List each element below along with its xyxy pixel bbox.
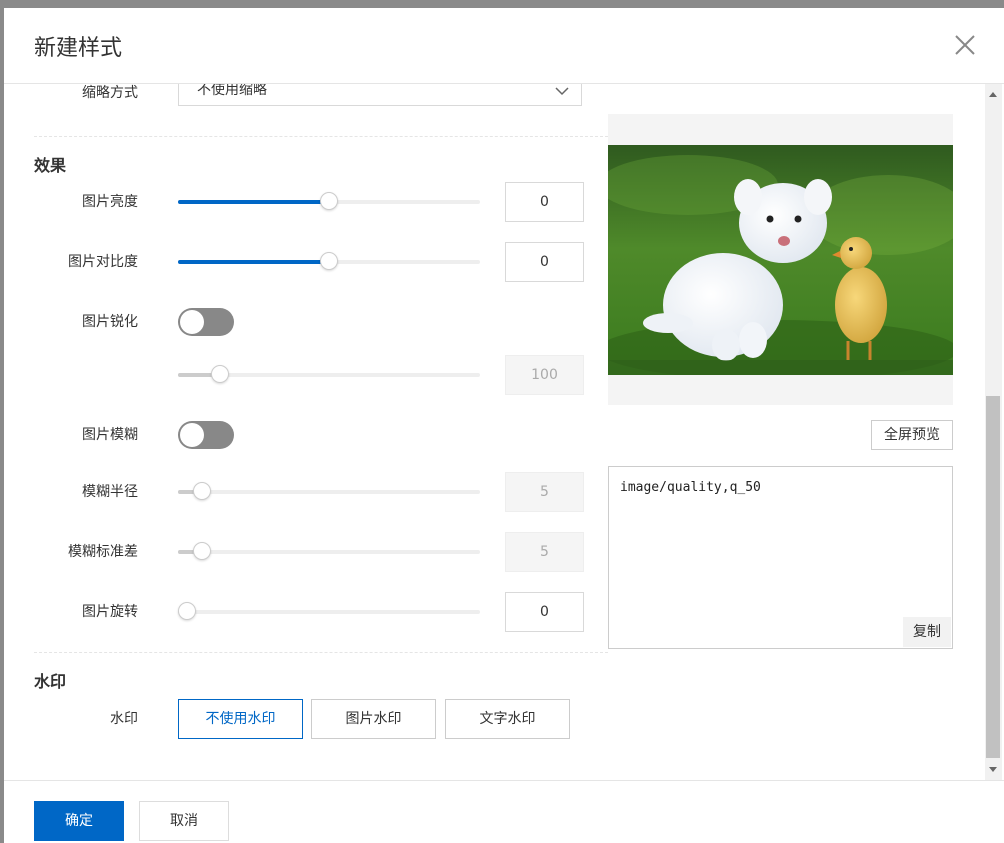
- slider-thumb[interactable]: [211, 365, 230, 383]
- dialog-header: 新建样式: [4, 8, 1004, 84]
- ok-button[interactable]: 确定: [34, 801, 124, 841]
- slider-track: [178, 550, 480, 554]
- blur-label: 图片模糊: [82, 427, 138, 443]
- blur-radius-label: 模糊半径: [82, 484, 138, 500]
- blur-sigma-input[interactable]: 5: [505, 532, 584, 572]
- brightness-slider[interactable]: [178, 192, 480, 212]
- brightness-label: 图片亮度: [82, 194, 138, 210]
- scale-label: 缩略方式: [82, 85, 138, 101]
- sharpen-toggle[interactable]: [178, 308, 234, 336]
- scroll-down-icon[interactable]: [989, 767, 997, 772]
- dialog-title: 新建样式: [34, 36, 123, 61]
- preview-panel: [608, 114, 953, 405]
- scale-select[interactable]: 不使用缩略: [178, 84, 582, 106]
- effects-section-title: 效果: [34, 156, 67, 175]
- rotate-label: 图片旋转: [82, 604, 138, 620]
- slider-fill: [178, 260, 329, 264]
- scale-select-value: 不使用缩略: [197, 84, 267, 98]
- fullscreen-preview-button[interactable]: 全屏预览: [871, 420, 953, 450]
- slider-thumb[interactable]: [320, 192, 338, 210]
- slider-thumb[interactable]: [193, 482, 212, 500]
- scroll-up-icon[interactable]: [989, 92, 997, 97]
- blur-sigma-label: 模糊标准差: [68, 544, 138, 560]
- blur-radius-slider[interactable]: [178, 482, 480, 502]
- contrast-slider[interactable]: [178, 252, 480, 272]
- watermark-label: 水印: [110, 711, 138, 727]
- blur-sigma-slider[interactable]: [178, 542, 480, 562]
- toggle-knob: [180, 423, 204, 447]
- contrast-input[interactable]: 0: [505, 242, 584, 282]
- rotate-slider[interactable]: [178, 602, 480, 622]
- style-code-box[interactable]: image/quality,q_50 复制: [608, 466, 953, 649]
- dialog-body: 缩略方式 不使用缩略 效果 图片亮度 0 图片对比度 0 图片锐化 100 图片…: [4, 84, 984, 780]
- chevron-down-icon: [555, 84, 569, 100]
- blur-toggle[interactable]: [178, 421, 234, 449]
- vertical-scrollbar[interactable]: [985, 84, 1002, 780]
- slider-thumb[interactable]: [178, 602, 196, 620]
- sharpen-label: 图片锐化: [82, 314, 138, 330]
- divider: [34, 652, 608, 653]
- watermark-option-text[interactable]: 文字水印: [445, 699, 570, 739]
- slider-track: [178, 490, 480, 494]
- blur-radius-input[interactable]: 5: [505, 472, 584, 512]
- watermark-option-none[interactable]: 不使用水印: [178, 699, 303, 739]
- new-style-dialog: 新建样式 缩略方式 不使用缩略 效果 图片亮度 0 图片对比度 0 图片锐化 1…: [4, 8, 1004, 843]
- contrast-label: 图片对比度: [68, 254, 138, 270]
- slider-thumb[interactable]: [193, 542, 212, 560]
- close-icon[interactable]: [954, 34, 976, 56]
- cancel-button[interactable]: 取消: [139, 801, 229, 841]
- toggle-knob: [180, 310, 204, 334]
- slider-fill: [178, 200, 329, 204]
- divider: [34, 136, 608, 137]
- dialog-footer: 确定 取消: [4, 780, 1004, 843]
- sharpen-input[interactable]: 100: [505, 355, 584, 395]
- watermark-option-image[interactable]: 图片水印: [311, 699, 436, 739]
- brightness-input[interactable]: 0: [505, 182, 584, 222]
- rotate-input[interactable]: 0: [505, 592, 584, 632]
- copy-button[interactable]: 复制: [903, 617, 951, 647]
- scrollbar-thumb[interactable]: [986, 396, 1000, 758]
- preview-image: [608, 145, 953, 375]
- watermark-section-title: 水印: [34, 672, 67, 691]
- style-code-text: image/quality,q_50: [620, 480, 761, 495]
- slider-track: [178, 610, 480, 614]
- slider-thumb[interactable]: [320, 252, 338, 270]
- sharpen-slider[interactable]: [178, 365, 480, 385]
